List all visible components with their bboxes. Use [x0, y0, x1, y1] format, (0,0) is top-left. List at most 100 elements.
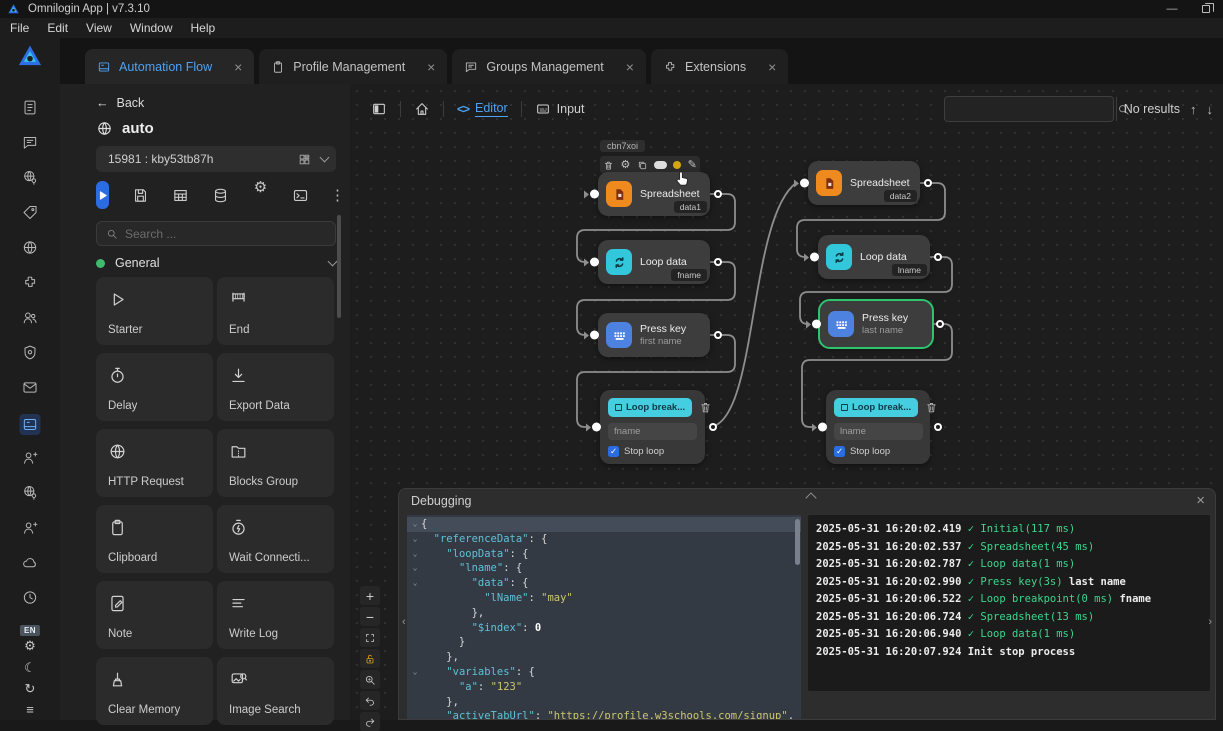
maximize-button[interactable]: [1189, 0, 1223, 18]
sync-icon[interactable]: ↻: [25, 681, 36, 697]
json-line[interactable]: ⌄ "loopData": {: [407, 547, 801, 562]
sidebar-item-proxy-lock[interactable]: [22, 484, 39, 501]
input-port[interactable]: [812, 423, 827, 432]
save-button[interactable]: [132, 187, 149, 204]
more-menu-button[interactable]: ⋮: [330, 186, 345, 204]
json-line[interactable]: ⌄ "data": {: [407, 576, 801, 591]
console-button[interactable]: [292, 187, 309, 204]
settings-button[interactable]: ⚙: [252, 178, 269, 213]
sidebar-item-messages[interactable]: [22, 134, 39, 151]
output-port[interactable]: [709, 423, 717, 431]
input-port[interactable]: [806, 320, 821, 329]
block-clear-memory[interactable]: Clear Memory: [96, 657, 213, 725]
tab-profile-management[interactable]: Profile Management×: [259, 49, 447, 84]
zoom-out-button[interactable]: −: [360, 607, 380, 626]
loop-break-button[interactable]: Loop break...: [608, 398, 692, 417]
canvas-search-input[interactable]: [945, 97, 1116, 121]
loop-name-input[interactable]: [608, 423, 697, 440]
menu-help[interactable]: Help: [191, 21, 216, 35]
json-line[interactable]: "activeTabUrl": "https://profile.w3schoo…: [407, 709, 801, 719]
block-delay[interactable]: Delay: [96, 353, 213, 421]
close-debug-icon[interactable]: ×: [1196, 492, 1205, 509]
block-search-input[interactable]: [125, 227, 305, 241]
block-blocks-group[interactable]: Blocks Group: [217, 429, 334, 497]
run-button[interactable]: [96, 181, 109, 209]
node-spreadsheet-2[interactable]: Spreadsheet data2: [808, 161, 920, 205]
block-write-log[interactable]: Write Log: [217, 581, 334, 649]
block-wait-connecti-[interactable]: Wait Connecti...: [217, 505, 334, 573]
table-button[interactable]: [172, 187, 189, 204]
sidebar-item-mail[interactable]: [22, 379, 39, 396]
collapse-icon[interactable]: ⌄: [409, 665, 421, 680]
node-spreadsheet-1[interactable]: Spreadsheet data1: [598, 172, 710, 216]
node-settings-icon[interactable]: ⚙: [620, 160, 630, 171]
back-button[interactable]: ← Back: [96, 96, 144, 110]
json-line[interactable]: },: [407, 695, 801, 710]
scroll-right-icon[interactable]: ›: [1208, 616, 1212, 628]
sidebar-item-tags[interactable]: [22, 204, 39, 221]
output-port[interactable]: [714, 258, 722, 266]
block-export-data[interactable]: Export Data: [217, 353, 334, 421]
node-loop-data-2[interactable]: Loop data lname: [818, 235, 930, 279]
json-line[interactable]: "lName": "may": [407, 591, 801, 606]
node-press-key-2-selected[interactable]: Press key last name: [820, 301, 932, 347]
scroll-left-icon[interactable]: ‹: [402, 616, 406, 628]
tab-extensions[interactable]: Extensions×: [651, 49, 788, 84]
node-press-key-1[interactable]: Press key first name: [598, 313, 710, 357]
menu-view[interactable]: View: [86, 21, 112, 35]
output-port[interactable]: [714, 331, 722, 339]
debug-log[interactable]: 2025-05-31 16:20:02.419 ✓ Initial(117 ms…: [808, 515, 1210, 691]
checkbox-checked-icon[interactable]: ✓: [834, 446, 845, 457]
json-line[interactable]: ⌄ "referenceData": {: [407, 532, 801, 547]
sidebar-item-browser[interactable]: [22, 239, 39, 256]
redo-button[interactable]: [360, 712, 380, 731]
sidebar-item-member-add[interactable]: [22, 519, 39, 536]
close-tab-icon[interactable]: ×: [220, 60, 242, 74]
loop-break-button[interactable]: Loop break...: [834, 398, 918, 417]
menu-file[interactable]: File: [10, 21, 29, 35]
block-note[interactable]: Note: [96, 581, 213, 649]
checkbox-checked-icon[interactable]: ✓: [608, 446, 619, 457]
close-tab-icon[interactable]: ×: [754, 60, 776, 74]
zoom-search-button[interactable]: [360, 670, 380, 689]
block-end[interactable]: End: [217, 277, 334, 345]
collapse-icon[interactable]: ⌄: [409, 576, 421, 591]
output-port[interactable]: [924, 179, 932, 187]
node-loop-data-1[interactable]: Loop data fname: [598, 240, 710, 284]
json-line[interactable]: },: [407, 606, 801, 621]
node-loop-break-2[interactable]: Loop break... ✓ Stop loop: [826, 390, 930, 464]
minimize-button[interactable]: —: [1155, 0, 1189, 18]
more-icon[interactable]: ≡: [26, 702, 34, 717]
json-line[interactable]: },: [407, 650, 801, 665]
sidebar-item-notes[interactable]: [22, 99, 39, 116]
block-clipboard[interactable]: Clipboard: [96, 505, 213, 573]
loop-name-input[interactable]: [834, 423, 923, 440]
next-result-button[interactable]: ↓: [1207, 102, 1214, 117]
input-port[interactable]: [804, 253, 819, 262]
lock-button[interactable]: [360, 649, 380, 668]
menu-window[interactable]: Window: [130, 21, 173, 35]
tab-automation-flow[interactable]: Automation Flow×: [85, 49, 254, 84]
menu-edit[interactable]: Edit: [47, 21, 68, 35]
collapse-icon[interactable]: ⌄: [409, 517, 421, 532]
input-port[interactable]: [794, 179, 809, 188]
duplicate-icon[interactable]: [637, 160, 648, 171]
section-general[interactable]: General: [96, 256, 336, 270]
json-line[interactable]: }: [407, 635, 801, 650]
delete-node-button[interactable]: [925, 401, 938, 414]
debug-header[interactable]: Debugging ×: [399, 489, 1215, 513]
output-port[interactable]: [934, 253, 942, 261]
settings-icon[interactable]: ⚙: [24, 638, 36, 654]
input-port[interactable]: [584, 331, 599, 340]
collapse-up-icon[interactable]: [805, 492, 816, 503]
tab-input[interactable]: Input: [535, 101, 585, 117]
delete-node-button[interactable]: [699, 401, 712, 414]
panel-scrollbar[interactable]: [337, 215, 341, 318]
output-port[interactable]: [934, 423, 942, 431]
node-loop-break-1[interactable]: Loop break... ✓ Stop loop: [600, 390, 705, 464]
collapse-icon[interactable]: ⌄: [409, 547, 421, 562]
toggle-panel-button[interactable]: [371, 101, 387, 117]
input-port[interactable]: [586, 423, 601, 432]
theme-icon[interactable]: ☾: [24, 660, 36, 676]
language-badge[interactable]: EN: [20, 622, 40, 636]
